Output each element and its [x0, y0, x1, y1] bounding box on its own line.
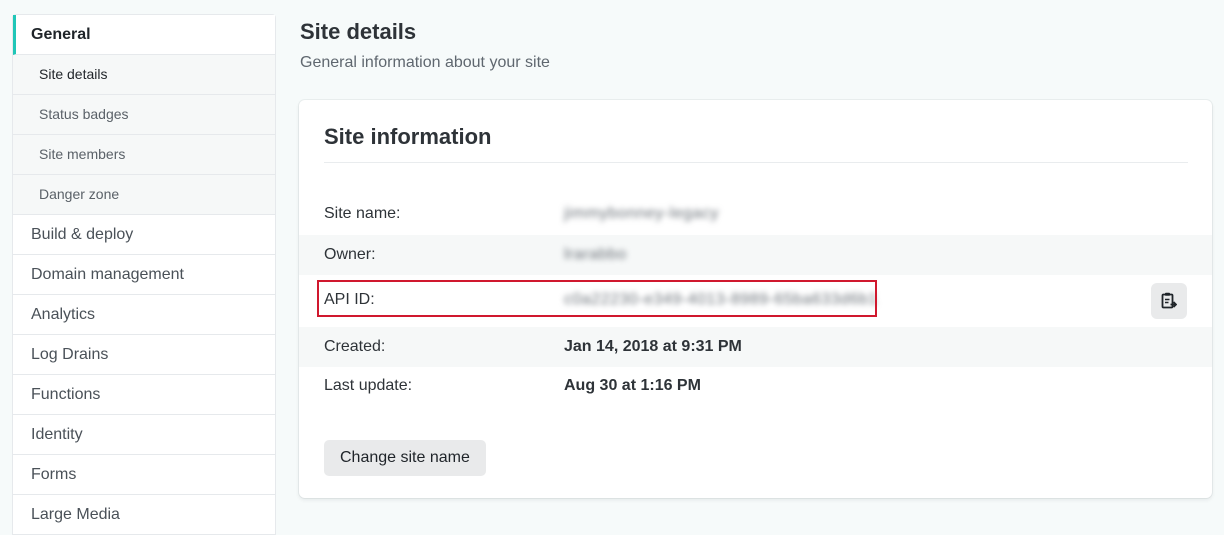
- sidebar-item-general[interactable]: General: [13, 15, 275, 55]
- last-update-label: Last update:: [324, 377, 413, 394]
- sidebar-item-identity[interactable]: Identity: [13, 415, 275, 455]
- last-update-row: Last update: Aug 30 at 1:16 PM: [299, 367, 1212, 405]
- sidebar-subitem-danger-zone[interactable]: Danger zone: [13, 175, 275, 215]
- sidebar-item-domain-management[interactable]: Domain management: [13, 255, 275, 295]
- sidebar-item-functions[interactable]: Functions: [13, 375, 275, 415]
- owner-label: Owner:: [324, 246, 376, 263]
- sidebar-item-analytics[interactable]: Analytics: [13, 295, 275, 335]
- sidebar-item-build-deploy[interactable]: Build & deploy: [13, 215, 275, 255]
- site-name-value: jimmybonney-legacy: [564, 205, 719, 222]
- sidebar-item-log-drains[interactable]: Log Drains: [13, 335, 275, 375]
- settings-sidebar: General Site details Status badges Site …: [12, 14, 276, 535]
- owner-value: lrarabbo: [564, 246, 627, 263]
- created-value: Jan 14, 2018 at 9:31 PM: [564, 338, 742, 355]
- api-id-highlight-box: [317, 280, 877, 317]
- change-site-name-button[interactable]: Change site name: [324, 440, 486, 476]
- sidebar-item-forms[interactable]: Forms: [13, 455, 275, 495]
- card-title: Site information: [324, 124, 492, 149]
- clipboard-copy-icon: [1161, 292, 1177, 309]
- sidebar-subitem-status-badges[interactable]: Status badges: [13, 95, 275, 135]
- last-update-value: Aug 30 at 1:16 PM: [564, 377, 701, 394]
- created-label: Created:: [324, 338, 386, 355]
- site-name-row: Site name: jimmybonney-legacy: [299, 195, 1212, 233]
- site-name-label: Site name:: [324, 205, 401, 222]
- sidebar-subitem-site-details[interactable]: Site details: [13, 55, 275, 95]
- owner-row: Owner: lrarabbo: [299, 235, 1212, 275]
- page-title: Site details: [300, 19, 417, 44]
- copy-api-id-button[interactable]: [1151, 283, 1187, 319]
- sidebar-item-large-media[interactable]: Large Media: [13, 495, 275, 535]
- created-row: Created: Jan 14, 2018 at 9:31 PM: [299, 327, 1212, 367]
- sidebar-subitem-site-members[interactable]: Site members: [13, 135, 275, 175]
- page-subtitle: General information about your site: [300, 54, 550, 71]
- card-divider: [324, 162, 1188, 163]
